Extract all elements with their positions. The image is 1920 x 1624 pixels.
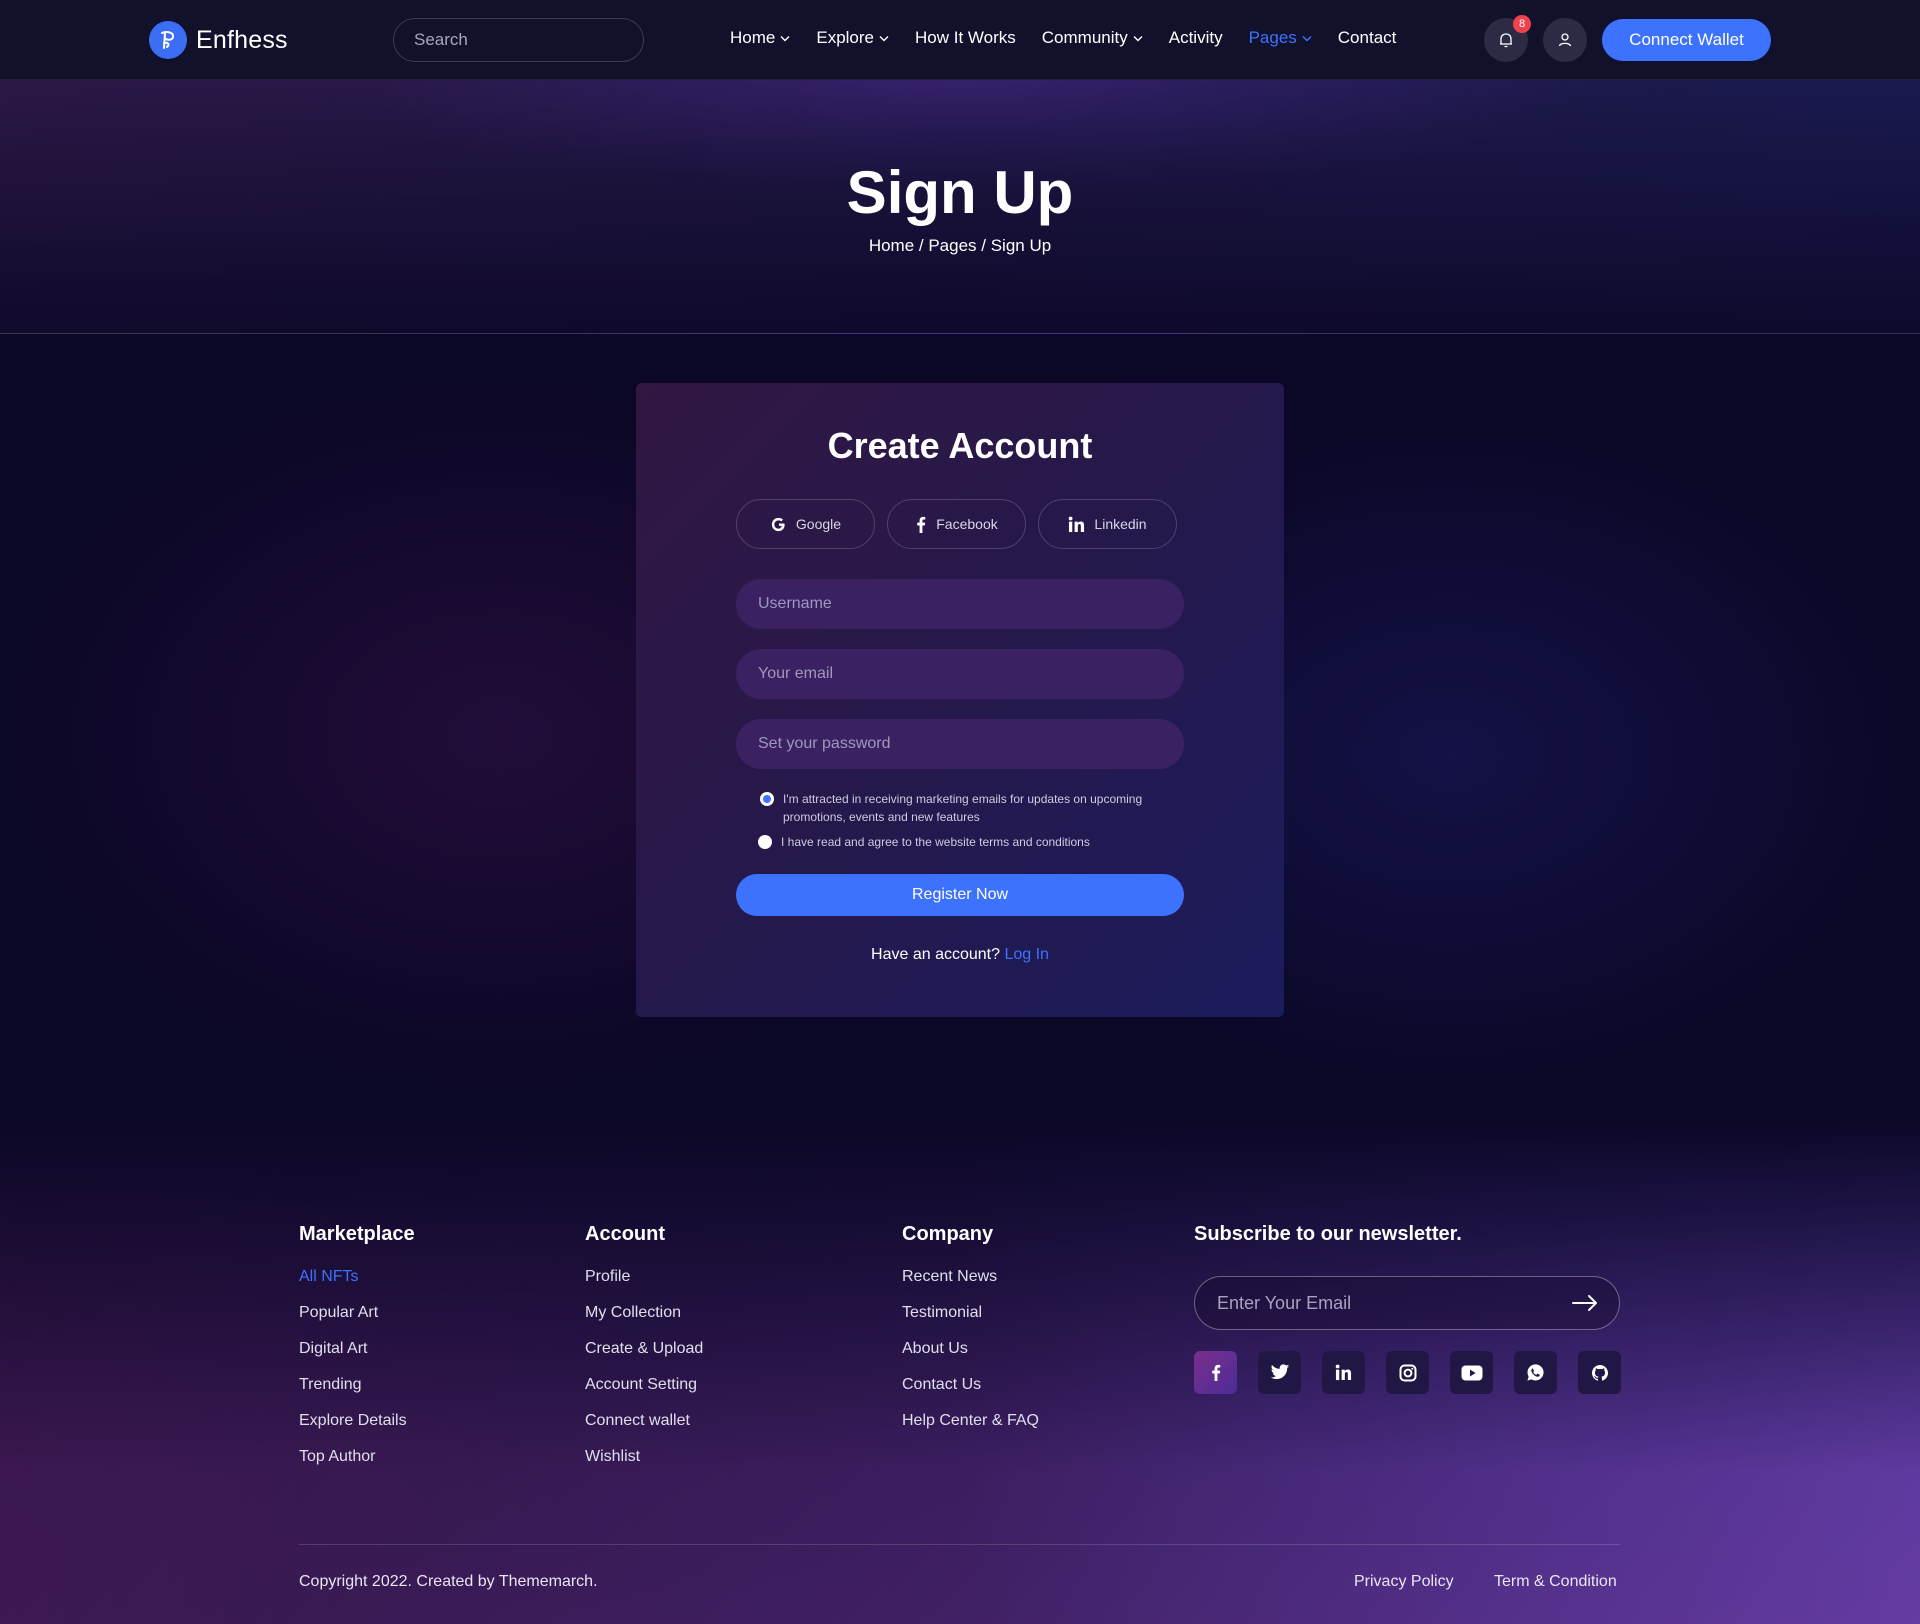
footer-link[interactable]: Wishlist [585,1448,703,1467]
newsletter: Subscribe to our newsletter. [1194,1223,1621,1394]
newsletter-title: Subscribe to our newsletter. [1194,1223,1462,1245]
footer-link[interactable]: Connect wallet [585,1412,703,1431]
marketing-consent-label: I'm attracted in receiving marketing ema… [783,792,1143,824]
youtube-icon[interactable] [1450,1351,1493,1394]
footer-column-title: Company [902,1223,994,1245]
nav-label: Home [730,28,776,47]
copyright-text: Copyright 2022. Created by Thememarch. [299,1573,598,1590]
instagram-icon[interactable] [1386,1351,1429,1394]
footer-link[interactable]: My Collection [585,1304,703,1323]
signup-card: Create Account Google Facebook Linkedin … [636,383,1284,1017]
nav-how-it-works[interactable]: How It Works [915,28,1016,48]
github-icon[interactable] [1578,1351,1621,1394]
footer-link[interactable]: Digital Art [299,1340,415,1359]
page-title: Sign Up [846,159,1074,226]
search-box [393,18,644,62]
footer-marketplace-column: Marketplace All NFTs Popular Art Digital… [299,1223,415,1484]
nav-home[interactable]: Home [730,28,790,48]
notification-badge: 8 [1513,15,1531,33]
facebook-signup-button[interactable]: Facebook [887,499,1026,549]
chevron-down-icon [780,35,790,41]
nav-label: Community [1041,28,1128,47]
logo-icon [149,21,187,59]
footer-column-title: Account [585,1223,665,1245]
newsletter-email-input[interactable] [1215,1291,1571,1315]
chevron-down-icon [879,35,889,41]
notifications-button[interactable]: 8 [1484,15,1531,62]
footer-link[interactable]: Contact Us [902,1376,1039,1395]
nav-pages[interactable]: Pages [1249,28,1312,48]
google-label: Google [795,516,842,532]
terms-consent-label: I have read and agree to the website ter… [781,835,1090,849]
user-profile-button[interactable] [1543,18,1587,62]
marketing-consent-radio[interactable] [760,792,774,806]
password-field[interactable] [736,719,1184,769]
marketing-consent-option[interactable]: I'm attracted in receiving marketing ema… [760,790,1180,826]
nav-label: Activity [1168,28,1223,47]
social-links [1194,1351,1642,1394]
user-icon [1558,33,1572,47]
nav-explore[interactable]: Explore [816,28,889,48]
username-field[interactable] [736,579,1184,629]
nav-label: Explore [816,28,874,47]
footer-link[interactable]: Top Author [299,1448,415,1467]
nav-community[interactable]: Community [1042,28,1143,48]
top-navbar: Enfhess Home Explore How It Works Commun… [0,0,1920,80]
breadcrumb: Home / Pages / Sign Up [868,236,1052,255]
footer-link[interactable]: Testimonial [902,1304,1039,1323]
footer-link[interactable]: Create & Upload [585,1340,703,1359]
linkedin-signup-button[interactable]: Linkedin [1038,499,1177,549]
email-field[interactable] [736,649,1184,699]
facebook-label: Facebook [936,516,998,532]
nav-activity[interactable]: Activity [1169,28,1223,48]
search-input[interactable] [412,29,637,51]
terms-condition-link[interactable]: Term & Condition [1494,1573,1617,1591]
linkedin-label: Linkedin [1094,516,1147,532]
footer-account-column: Account Profile My Collection Create & U… [585,1223,703,1484]
main-nav: Home Explore How It Works Community Acti… [730,28,1422,48]
terms-consent-option[interactable]: I have read and agree to the website ter… [758,833,1090,851]
footer: Marketplace All NFTs Popular Art Digital… [0,1115,1920,1624]
brand-logo[interactable]: Enfhess [149,20,288,60]
register-button[interactable]: Register Now [736,874,1184,916]
nav-label: Pages [1248,28,1297,47]
whatsapp-icon[interactable] [1514,1351,1557,1394]
facebook-icon [917,516,926,533]
terms-consent-radio[interactable] [758,835,772,849]
login-prompt: Have an account? Log In [636,946,1284,964]
newsletter-form [1194,1276,1620,1330]
chevron-down-icon [1133,35,1143,41]
footer-link[interactable]: About Us [902,1340,1039,1359]
linkedin-icon[interactable] [1322,1351,1365,1394]
footer-divider [299,1544,1620,1545]
linkedin-icon [1069,516,1085,532]
footer-column-title: Marketplace [299,1223,415,1245]
form-title: Create Account [827,425,1093,466]
footer-link[interactable]: Recent News [902,1268,1039,1287]
arrow-right-icon[interactable] [1571,1294,1599,1312]
footer-link[interactable]: Profile [585,1268,703,1287]
chevron-down-icon [1302,35,1312,41]
nav-label: Contact [1337,28,1397,47]
footer-company-column: Company Recent News Testimonial About Us… [902,1223,1039,1448]
nav-label: How It Works [915,28,1016,47]
footer-link[interactable]: Explore Details [299,1412,415,1431]
nav-contact[interactable]: Contact [1338,28,1397,48]
footer-link[interactable]: Account Setting [585,1376,703,1395]
footer-link[interactable]: All NFTs [299,1268,415,1287]
brand-name: Enfhess [196,25,288,54]
login-link[interactable]: Log In [1004,946,1048,963]
bell-icon [1500,33,1512,48]
footer-link[interactable]: Popular Art [299,1304,415,1323]
facebook-icon[interactable] [1194,1351,1237,1394]
footer-link[interactable]: Trending [299,1376,415,1395]
connect-wallet-button[interactable]: Connect Wallet [1602,19,1771,61]
privacy-policy-link[interactable]: Privacy Policy [1354,1573,1454,1591]
page-banner: Sign Up Home / Pages / Sign Up [0,80,1920,334]
footer-link[interactable]: Help Center & FAQ [902,1412,1039,1431]
google-signup-button[interactable]: Google [736,499,875,549]
google-icon [771,517,785,531]
have-account-text: Have an account? [871,946,1001,963]
twitter-icon[interactable] [1258,1351,1301,1394]
